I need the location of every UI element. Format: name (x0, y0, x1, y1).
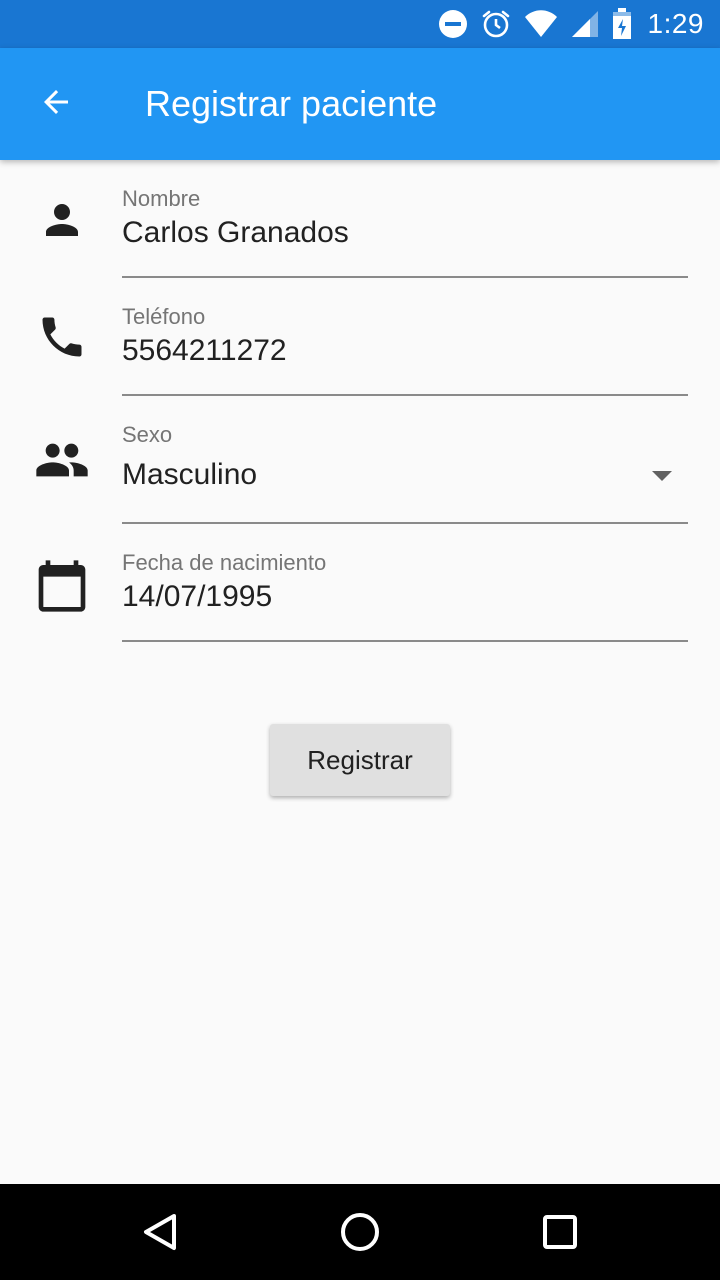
status-bar: 1:29 (0, 0, 720, 48)
wifi-icon (524, 9, 558, 39)
name-input[interactable] (122, 216, 662, 250)
birthdate-label: Fecha de nacimiento (122, 550, 327, 575)
phone-icon (30, 305, 94, 369)
people-icon (30, 428, 94, 492)
status-time: 1:29 (647, 8, 704, 39)
signal-icon (570, 9, 600, 39)
recents-square-icon[interactable] (536, 1208, 584, 1256)
back-triangle-icon[interactable] (136, 1208, 184, 1256)
calendar-icon (30, 554, 94, 618)
name-label: Nombre (122, 186, 201, 211)
birthdate-input[interactable] (122, 580, 662, 614)
navigation-bar (0, 1184, 720, 1280)
back-button[interactable] (24, 76, 88, 132)
sex-selected-value: Masculino (122, 458, 258, 491)
battery-icon (612, 8, 632, 40)
app-bar: Registrar paciente (0, 48, 720, 160)
home-circle-icon[interactable] (336, 1208, 384, 1256)
dropdown-arrow-icon[interactable] (650, 464, 674, 488)
phone-label: Teléfono (122, 304, 206, 329)
arrow-back-icon (38, 84, 74, 125)
do-not-disturb-icon (438, 9, 468, 39)
status-icons: 1:29 (438, 0, 705, 48)
sex-dropdown[interactable]: Sexo Masculino (122, 418, 688, 524)
birthdate-field[interactable]: Fecha de nacimiento (122, 546, 688, 642)
register-button[interactable]: Registrar (270, 724, 450, 796)
page-title: Registrar paciente (145, 83, 438, 124)
sex-label: Sexo (122, 422, 173, 447)
name-field[interactable]: Nombre (122, 182, 688, 278)
phone-field[interactable]: Teléfono (122, 300, 688, 396)
person-icon (30, 188, 94, 252)
phone-input[interactable] (122, 334, 662, 368)
alarm-icon (480, 8, 512, 40)
